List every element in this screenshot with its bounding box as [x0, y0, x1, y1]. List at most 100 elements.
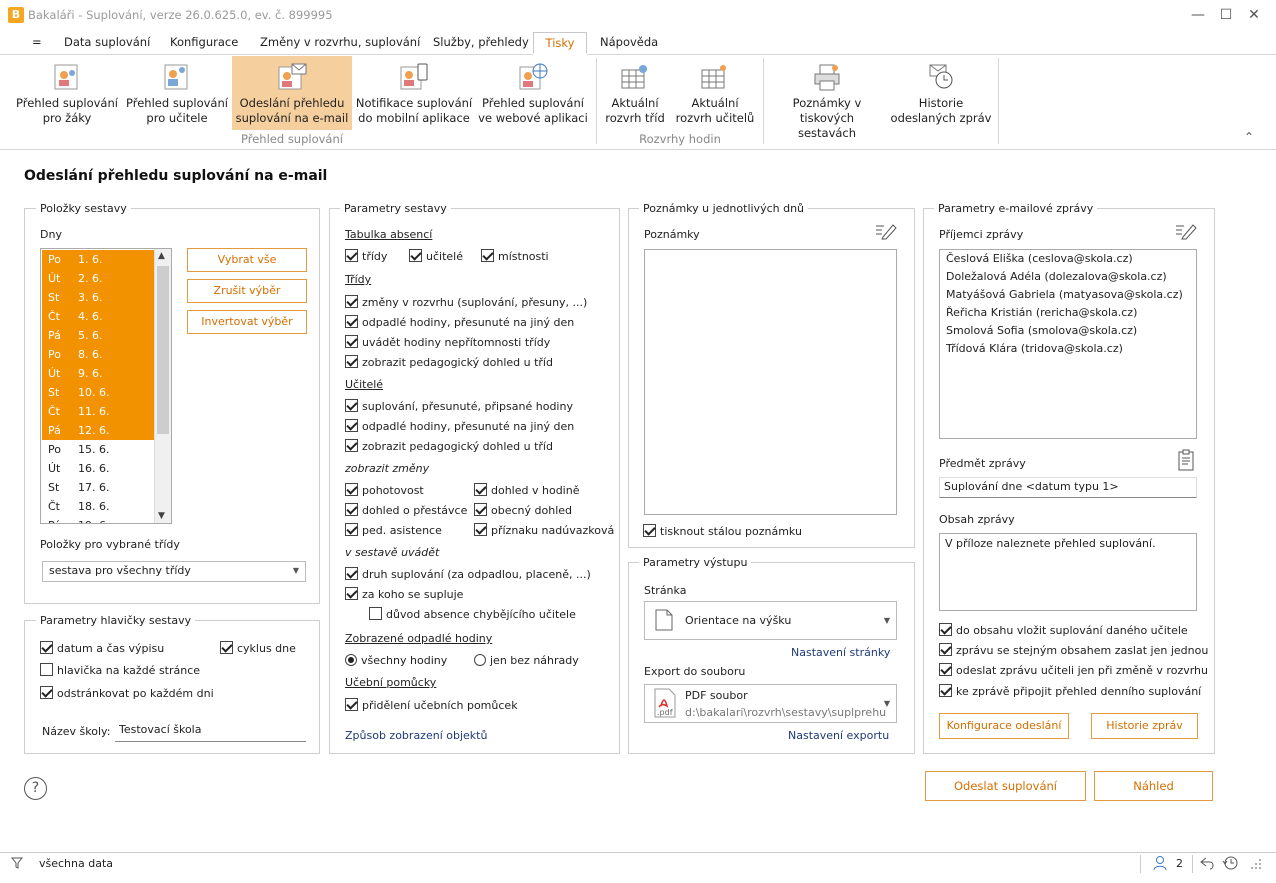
- predmet-input[interactable]: Suplování dne <datum typu 1>: [939, 477, 1197, 498]
- dohled-hodine-checkbox[interactable]: dohled v hodině: [474, 483, 579, 497]
- day-list-item[interactable]: Čt 18. 6.: [42, 497, 156, 516]
- recipient-item[interactable]: Smolová Sofia (smolova@skola.cz): [946, 324, 1137, 337]
- tridy-nepritomnost-checkbox[interactable]: uvádět hodiny nepřítomnosti třídy: [345, 335, 550, 349]
- ribbon-historie[interactable]: Historie odeslaných zpráv: [888, 56, 994, 130]
- duvod-absence-checkbox[interactable]: důvod absence chybějícího učitele: [369, 607, 576, 621]
- ribbon-prehled-zaci[interactable]: Přehled suplování pro žáky: [14, 56, 120, 130]
- druh-suplovani-checkbox[interactable]: druh suplování (za odpadlou, placeně, ..…: [345, 567, 591, 581]
- ribbon-webova-aplikace[interactable]: Přehled suplování ve webové aplikaci: [478, 56, 588, 130]
- edit-recipients-icon[interactable]: [1175, 222, 1197, 240]
- historie-zprav-button[interactable]: Historie zpráv: [1091, 713, 1198, 739]
- zpusob-zobrazeni-link[interactable]: Způsob zobrazení objektů: [345, 729, 487, 742]
- abs-mistnosti-checkbox[interactable]: místnosti: [481, 249, 549, 263]
- day-list-item[interactable]: Po 15. 6.: [42, 440, 156, 459]
- ucitele-odpadle-checkbox[interactable]: odpadlé hodiny, přesunuté na jiný den: [345, 419, 574, 433]
- konfigurace-odeslani-button[interactable]: Konfigurace odeslání: [939, 713, 1069, 739]
- obecny-dohled-checkbox[interactable]: obecný dohled: [474, 503, 572, 517]
- day-list-item[interactable]: St 10. 6.: [42, 383, 156, 402]
- filter-icon[interactable]: [11, 857, 23, 869]
- ribbon-prehled-ucitele[interactable]: Přehled suplování pro učitele: [124, 56, 230, 130]
- nastaveni-exportu-link[interactable]: Nastavení exportu: [788, 729, 889, 742]
- abs-tridy-checkbox[interactable]: třídy: [345, 249, 387, 263]
- ribbon-notifikace[interactable]: Notifikace suplování do mobilní aplikace: [354, 56, 474, 130]
- recipients-list[interactable]: Česlová Eliška (ceslova@skola.cz) Doležal…: [939, 249, 1197, 439]
- ribbon-odeslani-email[interactable]: Odeslání přehledu suplování na e-mail: [232, 56, 352, 130]
- day-list-item[interactable]: Pá 12. 6.: [42, 421, 156, 440]
- tab-zmeny[interactable]: Změny v rozvrhu, suplování: [250, 32, 430, 54]
- pripojit-prehled-checkbox[interactable]: ke zprávě připojit přehled denního suplo…: [939, 684, 1201, 698]
- day-list-item[interactable]: St 17. 6.: [42, 478, 156, 497]
- ribbon-poznamky-tisk[interactable]: Poznámky v tiskových sestavách: [770, 56, 884, 140]
- obsah-textarea[interactable]: V příloze naleznete přehled suplování.: [939, 533, 1197, 611]
- skola-input[interactable]: Testovací škola: [115, 721, 306, 742]
- day-list-item[interactable]: St 3. 6.: [42, 288, 156, 307]
- orientace-select[interactable]: Orientace na výšku ▼: [644, 601, 897, 640]
- zaslat-jednou-checkbox[interactable]: zprávu se stejným obsahem zaslat jen jed…: [939, 643, 1208, 657]
- clear-selection-button[interactable]: Zrušit výběr: [187, 279, 307, 303]
- pohotovost-checkbox[interactable]: pohotovost: [345, 483, 424, 497]
- tab-data-suplovani[interactable]: Data suplování: [54, 32, 160, 54]
- day-list-item[interactable]: Út 2. 6.: [42, 269, 156, 288]
- select-all-button[interactable]: Vybrat vše: [187, 248, 307, 272]
- minimize-button[interactable]: —: [1188, 6, 1208, 24]
- jen-pri-zmene-checkbox[interactable]: odeslat zprávu učiteli jen při změně v r…: [939, 663, 1208, 677]
- tab-sluzby[interactable]: Služby, přehledy: [423, 32, 539, 54]
- maximize-button[interactable]: ☐: [1216, 6, 1236, 24]
- invert-selection-button[interactable]: Invertovat výběr: [187, 310, 307, 334]
- days-list[interactable]: Po 1. 6. Út 2. 6. St 3. 6. Čt 4. 6. Pá 5. 6. Po 8. …: [40, 248, 172, 524]
- scroll-up-icon[interactable]: ▲: [158, 251, 165, 261]
- ped-asistence-checkbox[interactable]: ped. asistence: [345, 523, 442, 537]
- day-list-item[interactable]: Pá 5. 6.: [42, 326, 156, 345]
- poznamky-textarea[interactable]: [644, 249, 897, 515]
- day-list-item[interactable]: Po 8. 6.: [42, 345, 156, 364]
- menu-hamburger[interactable]: =: [22, 32, 52, 54]
- recipient-item[interactable]: Doležalová Adéla (dolezalova@skola.cz): [946, 270, 1167, 283]
- nahled-button[interactable]: Náhled: [1094, 771, 1213, 801]
- ucitele-dohled-checkbox[interactable]: zobrazit pedagogický dohled u tříd: [345, 439, 553, 453]
- classes-select[interactable]: sestava pro všechny třídy ▼: [42, 561, 306, 582]
- scroll-thumb[interactable]: [157, 266, 169, 434]
- ribbon-rozvrh-ucitelu[interactable]: Aktuální rozvrh učitelů: [674, 56, 756, 130]
- history-clock-icon[interactable]: [1222, 855, 1238, 871]
- recipient-item[interactable]: Matyášová Gabriela (matyasova@skola.cz): [946, 288, 1183, 301]
- naduvazkova-checkbox[interactable]: příznaku nadúvazková: [474, 523, 614, 537]
- za-koho-checkbox[interactable]: za koho se supluje: [345, 587, 463, 601]
- tab-napoveda[interactable]: Nápověda: [590, 32, 668, 54]
- export-select[interactable]: .pdf PDF soubor d:\bakalari\rozvrh\sesta…: [644, 684, 897, 723]
- day-list-item[interactable]: Po 1. 6.: [42, 250, 156, 269]
- day-list-item[interactable]: Út 16. 6.: [42, 459, 156, 478]
- day-list-item[interactable]: Út 9. 6.: [42, 364, 156, 383]
- help-icon[interactable]: ?: [24, 777, 47, 800]
- tridy-odpadle-checkbox[interactable]: odpadlé hodiny, přesunuté na jiný den: [345, 315, 574, 329]
- tridy-zmeny-checkbox[interactable]: změny v rozvrhu (suplování, přesuny, ...…: [345, 295, 587, 309]
- day-list-item[interactable]: Čt 4. 6.: [42, 307, 156, 326]
- user-icon[interactable]: [1152, 855, 1168, 871]
- odeslat-suplovani-button[interactable]: Odeslat suplování: [925, 771, 1086, 801]
- ribbon-rozvrh-trid[interactable]: Aktuální rozvrh tříd: [602, 56, 668, 130]
- day-list-item[interactable]: Čt 11. 6.: [42, 402, 156, 421]
- clipboard-icon[interactable]: [1176, 449, 1196, 471]
- edit-notes-icon[interactable]: [875, 222, 897, 240]
- odstrankovat-checkbox[interactable]: odstránkovat po každém dni: [40, 686, 214, 700]
- nastaveni-stranky-link[interactable]: Nastavení stránky: [791, 646, 890, 659]
- vlozit-suplovani-checkbox[interactable]: do obsahu vložit suplování daného učitel…: [939, 623, 1188, 637]
- stala-poznamka-checkbox[interactable]: tisknout stálou poznámku: [643, 524, 802, 538]
- vsechny-hodiny-radio[interactable]: všechny hodiny: [345, 654, 447, 667]
- bez-nahrady-radio[interactable]: jen bez náhrady: [474, 654, 579, 667]
- dohled-prestavce-checkbox[interactable]: dohled o přestávce: [345, 503, 467, 517]
- recipient-item[interactable]: Česlová Eliška (ceslova@skola.cz): [946, 252, 1133, 265]
- tab-konfigurace[interactable]: Konfigurace: [160, 32, 248, 54]
- hlavicka-kazde-checkbox[interactable]: hlavička na každé stránce: [40, 663, 200, 677]
- datum-checkbox[interactable]: datum a čas výpisu: [40, 641, 164, 655]
- pomucky-checkbox[interactable]: přidělení učebních pomůcek: [345, 698, 518, 712]
- days-scrollbar[interactable]: ▲ ▼: [154, 249, 171, 523]
- abs-ucitele-checkbox[interactable]: učitelé: [409, 249, 463, 263]
- ucitele-suplovani-checkbox[interactable]: suplování, přesunuté, připsané hodiny: [345, 399, 573, 413]
- undo-icon[interactable]: [1200, 856, 1216, 870]
- cyklus-checkbox[interactable]: cyklus dne: [220, 641, 296, 655]
- collapse-ribbon-icon[interactable]: ⌃: [1244, 130, 1254, 144]
- recipient-item[interactable]: Řeřicha Kristián (rericha@skola.cz): [946, 306, 1137, 319]
- close-button[interactable]: ✕: [1244, 6, 1264, 24]
- tridy-dohled-checkbox[interactable]: zobrazit pedagogický dohled u tříd: [345, 355, 553, 369]
- tab-tisky[interactable]: Tisky: [533, 32, 587, 54]
